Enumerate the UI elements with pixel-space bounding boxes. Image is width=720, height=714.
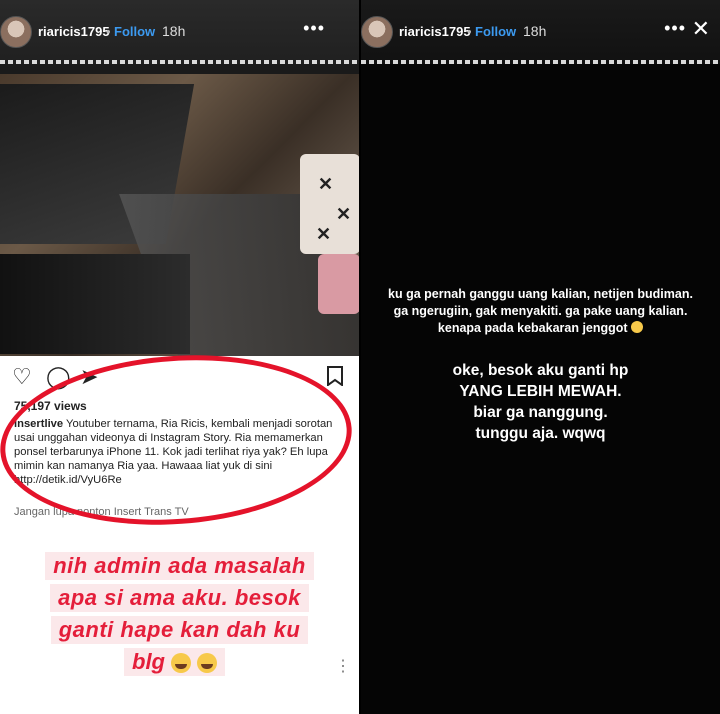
pattern-mark: ✕: [336, 204, 352, 224]
avatar[interactable]: [0, 16, 32, 48]
separator-dot: •: [467, 24, 472, 39]
grin-sweat-emoji-icon: [171, 653, 191, 674]
separator-dot: •: [106, 24, 111, 39]
sticker-line: apa si ama aku. besok: [50, 584, 309, 612]
more-horizontal-icon[interactable]: •••: [303, 18, 325, 39]
username[interactable]: riaricis1795: [38, 24, 110, 39]
story-text-line: biar ga nanggung.: [473, 404, 608, 421]
username[interactable]: riaricis1795: [399, 24, 471, 39]
pattern-mark: ✕: [318, 174, 334, 194]
grin-sweat-emoji-icon: [197, 653, 217, 674]
reposted-instagram-post: ✕ ✕ ✕ ♡ ◯ ➤ 75,197 views insertlive Yout…: [0, 74, 359, 714]
sticker-line: nih admin ada masalah: [45, 552, 314, 580]
story-progress-bar: [0, 60, 359, 64]
follow-button[interactable]: Follow: [475, 24, 516, 39]
more-vertical-icon[interactable]: ⋮: [335, 656, 351, 676]
avatar[interactable]: [361, 16, 393, 48]
heart-icon[interactable]: ♡: [12, 366, 32, 388]
more-horizontal-icon[interactable]: •••: [664, 18, 686, 39]
story-header: riaricis1795 • Follow 18h •••: [0, 0, 359, 64]
pattern-mark: ✕: [316, 224, 332, 244]
story-text-big: oke, besok aku ganti hp YANG LEBIH MEWAH…: [361, 360, 720, 444]
mirror-surface: [0, 254, 190, 354]
close-icon[interactable]: ✕: [692, 16, 710, 42]
story-text-line: oke, besok aku ganti hp: [452, 362, 629, 379]
post-video[interactable]: ✕ ✕ ✕: [0, 74, 359, 356]
story-progress-bar: [361, 60, 720, 64]
story-text-line: YANG LEBIH MEWAH.: [459, 383, 622, 400]
story-right: riaricis1795 • Follow 18h ••• ✕ ku ga pe…: [361, 0, 720, 714]
cushion: [318, 254, 359, 314]
story-text-small: ku ga pernah ganggu uang kalian, netijen…: [361, 286, 720, 337]
grin-sweat-emoji-icon: [631, 321, 644, 333]
story-left: riaricis1795 • Follow 18h ••• ✕ ✕ ✕ ♡ ◯ …: [0, 0, 359, 714]
bookmark-icon[interactable]: [326, 366, 344, 390]
sticker-last-word: blg: [132, 649, 165, 674]
sticker-line: blg: [124, 648, 225, 676]
sticker-line: ganti hape kan dah ku: [50, 616, 309, 644]
story-text-body: ku ga pernah ganggu uang kalian, netijen…: [388, 287, 693, 335]
story-text-line: tunggu aja. wqwq: [475, 425, 606, 442]
post-time: 18h: [162, 23, 186, 39]
text-stickers: nih admin ada masalah apa si ama aku. be…: [0, 552, 359, 676]
story-header: riaricis1795 • Follow 18h ••• ✕: [361, 0, 720, 64]
follow-button[interactable]: Follow: [114, 24, 155, 39]
post-time: 18h: [523, 23, 547, 39]
